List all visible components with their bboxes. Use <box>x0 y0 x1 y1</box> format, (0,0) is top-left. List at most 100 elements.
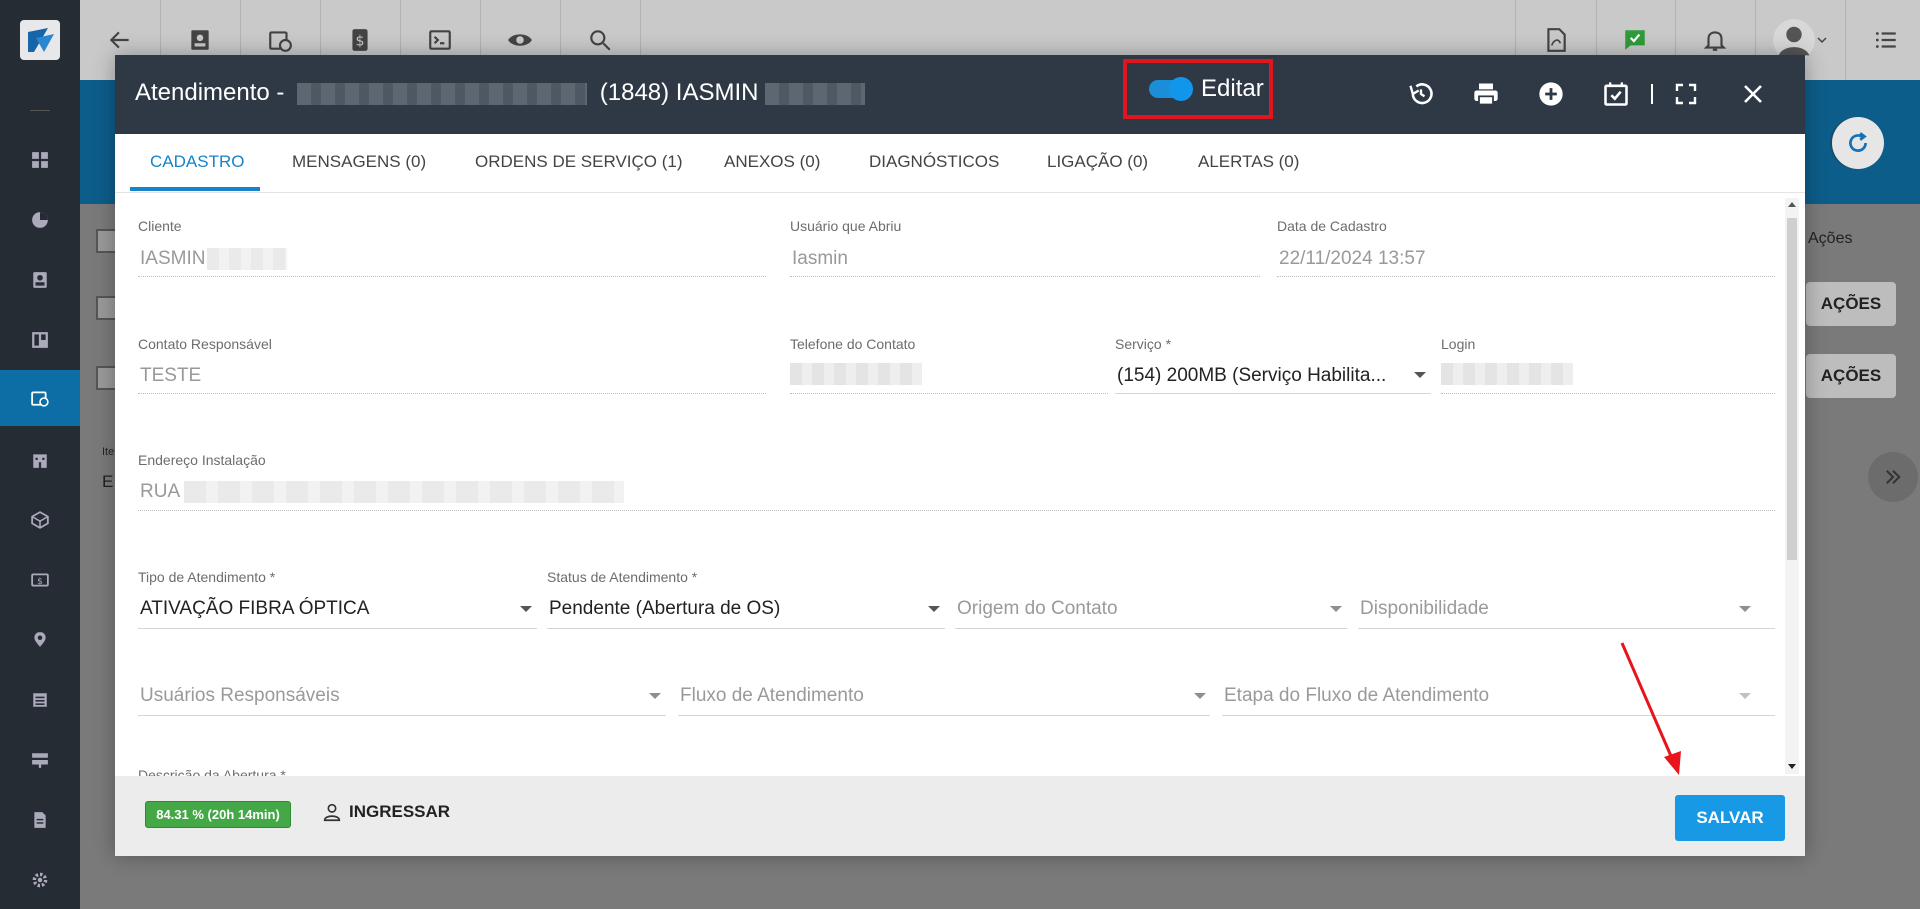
disponibilidade-select[interactable]: Disponibilidade <box>1360 598 1489 620</box>
annotation-arrow <box>1620 642 1681 775</box>
history-button[interactable] <box>1405 78 1437 110</box>
filter-label: Ite <box>102 446 115 458</box>
save-button[interactable]: SALVAR <box>1675 795 1785 841</box>
cliente-field: IASMIN <box>140 248 288 270</box>
sidebar-item-settings[interactable] <box>0 852 80 908</box>
sidebar-item-inventory[interactable] <box>0 492 80 548</box>
sidebar: $ <box>0 0 80 909</box>
endereco-label: Endereço Instalação <box>138 452 266 468</box>
app-logo[interactable] <box>20 20 60 60</box>
login-underline <box>1441 393 1775 394</box>
origem-select[interactable]: Origem do Contato <box>957 598 1118 620</box>
scroll-up-arrow[interactable] <box>1788 202 1796 207</box>
redacted-surname <box>765 82 866 105</box>
close-button[interactable] <box>1737 78 1769 110</box>
servico-underline <box>1115 393 1431 394</box>
status-dropdown-caret[interactable] <box>928 606 940 612</box>
data-cadastro-value: 22/11/2024 13:57 <box>1279 248 1426 269</box>
sidebar-item-dashboard[interactable] <box>0 132 80 188</box>
form-scrollbar[interactable] <box>1785 198 1799 774</box>
sidebar-item-company[interactable] <box>0 432 80 488</box>
scrollbar-thumb[interactable] <box>1787 218 1797 560</box>
double-chevron-right-icon <box>1886 470 1901 484</box>
tipo-dropdown-caret[interactable] <box>520 606 532 612</box>
login-label: Login <box>1441 336 1476 352</box>
tab-diagnosticos[interactable]: DIAGNÓSTICOS <box>869 134 999 190</box>
fluxo-select[interactable]: Fluxo de Atendimento <box>680 685 864 707</box>
etapa-underline <box>1222 715 1775 716</box>
status-label-text: Status de Atendimento <box>547 569 688 585</box>
edit-toggle-highlight: Editar <box>1123 59 1273 119</box>
sidebar-item-reports[interactable] <box>0 192 80 248</box>
telefone-value-redacted[interactable] <box>790 363 922 385</box>
disponibilidade-dropdown-caret[interactable] <box>1739 606 1751 612</box>
tipo-label: Tipo de Atendimento * <box>138 569 275 585</box>
etapa-dropdown-caret[interactable] <box>1739 693 1751 699</box>
plus-circle-icon <box>1539 82 1563 106</box>
contato-underline <box>138 393 766 394</box>
tab-ligacao[interactable]: LIGAÇÃO (0) <box>1047 134 1148 190</box>
eye-icon <box>508 34 532 46</box>
login-value-redacted[interactable] <box>1441 363 1573 385</box>
fullscreen-button[interactable] <box>1670 78 1702 110</box>
header-divider <box>1651 84 1653 104</box>
sidebar-item-contacts[interactable] <box>0 252 80 308</box>
modal-title: Atendimento - (1848) IASMIN <box>135 79 866 107</box>
scroll-down-arrow[interactable] <box>1788 764 1796 769</box>
gear-icon <box>32 872 48 888</box>
servico-label-text: Serviço <box>1115 336 1162 352</box>
join-button[interactable]: INGRESSAR <box>321 801 450 823</box>
descricao-label: Descrição da Abertura * <box>138 767 286 776</box>
title-ticket: (1848) IASMIN <box>599 79 759 106</box>
sidebar-item-documents[interactable] <box>0 792 80 848</box>
modal-header: Atendimento - (1848) IASMIN Editar <box>115 55 1805 134</box>
usuarios-dropdown-caret[interactable] <box>649 693 661 699</box>
schedule-button[interactable] <box>1600 78 1632 110</box>
svg-text:$: $ <box>37 577 43 587</box>
print-button[interactable] <box>1470 78 1502 110</box>
sidebar-item-board[interactable] <box>0 312 80 368</box>
menu-button[interactable] <box>1845 0 1920 80</box>
edit-toggle[interactable] <box>1149 77 1193 101</box>
pie-chart-icon <box>32 212 48 228</box>
refresh-button[interactable] <box>1832 117 1884 169</box>
origem-underline <box>955 628 1347 629</box>
contato-value[interactable]: TESTE <box>140 365 201 387</box>
calendar-check-icon <box>1604 82 1628 106</box>
usuarios-select[interactable]: Usuários Responsáveis <box>140 685 340 707</box>
sidebar-item-finance[interactable]: $ <box>0 552 80 608</box>
tipo-underline <box>138 628 537 629</box>
cube-icon <box>31 511 49 529</box>
actions-button[interactable]: AÇÕES <box>1806 354 1896 398</box>
building-icon <box>33 454 47 468</box>
tab-anexos[interactable]: ANEXOS (0) <box>724 134 820 190</box>
required-mark: * <box>280 767 286 776</box>
status-select[interactable]: Pendente (Abertura de OS) <box>549 598 780 620</box>
add-button[interactable] <box>1535 78 1567 110</box>
sidebar-item-map[interactable] <box>0 612 80 668</box>
descricao-clip: Descrição da Abertura * <box>115 755 1780 776</box>
sidebar-item-atendimentos[interactable] <box>0 370 80 426</box>
tab-alertas[interactable]: ALERTAS (0) <box>1198 134 1299 190</box>
tab-ordens-servico[interactable]: ORDENS DE SERVIÇO (1) <box>475 134 683 190</box>
sidebar-item-list[interactable] <box>0 672 80 728</box>
servico-dropdown-caret[interactable] <box>1414 372 1426 378</box>
active-tab-indicator <box>130 187 260 191</box>
dashboard-icon <box>32 152 48 168</box>
redacted-name <box>297 82 588 105</box>
close-icon <box>1744 85 1762 103</box>
etapa-select[interactable]: Etapa do Fluxo de Atendimento <box>1224 685 1489 707</box>
next-page-button[interactable] <box>1868 452 1918 502</box>
endereco-field[interactable]: RUA <box>140 481 625 503</box>
usuario-value: Iasmin <box>792 248 848 269</box>
status-underline <box>547 628 945 629</box>
sidebar-item-servers[interactable] <box>0 732 80 788</box>
servico-select[interactable]: (154) 200MB (Serviço Habilita... <box>1117 365 1386 387</box>
terminal-icon <box>429 30 451 50</box>
tab-cadastro[interactable]: CADASTRO <box>150 134 244 190</box>
tab-mensagens[interactable]: MENSAGENS (0) <box>292 134 426 190</box>
actions-button[interactable]: AÇÕES <box>1806 282 1896 326</box>
origem-dropdown-caret[interactable] <box>1330 606 1342 612</box>
tipo-select[interactable]: ATIVAÇÃO FIBRA ÓPTICA <box>140 598 369 620</box>
fluxo-dropdown-caret[interactable] <box>1194 693 1206 699</box>
